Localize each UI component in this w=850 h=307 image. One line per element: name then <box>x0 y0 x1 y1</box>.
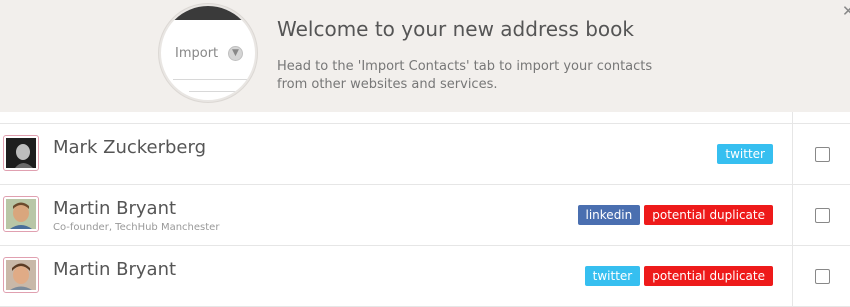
contact-row[interactable]: Mark Zuckerberg twitter <box>0 124 850 185</box>
twitter-tag[interactable]: twitter <box>584 266 641 286</box>
illustration-import-label: Import <box>175 46 219 61</box>
contact-subtitle: Co-founder, TechHub Manchester <box>53 222 220 233</box>
illustration-divider <box>189 91 243 92</box>
contact-name[interactable]: Martin Bryant <box>53 259 176 280</box>
avatar-photo <box>6 199 36 229</box>
twitter-tag[interactable]: twitter <box>717 144 773 164</box>
contact-tags: linkedin potential duplicate <box>577 205 773 225</box>
contact-name[interactable]: Mark Zuckerberg <box>53 137 206 158</box>
illustration-header-bar <box>161 6 255 20</box>
close-icon[interactable]: ✕ <box>842 2 850 20</box>
avatar-photo <box>6 138 36 168</box>
linkedin-tag[interactable]: linkedin <box>577 205 641 225</box>
chevron-down-icon: ▼ <box>228 46 243 61</box>
contact-tags: twitter potential duplicate <box>584 266 773 286</box>
contact-list: Mark Zuckerberg twitter Martin Bryant Co… <box>0 112 850 307</box>
potential-duplicate-tag[interactable]: potential duplicate <box>644 205 773 225</box>
avatar <box>3 257 39 293</box>
import-illustration: Import ▼ <box>159 4 257 102</box>
contact-tags: twitter <box>717 144 773 164</box>
potential-duplicate-tag[interactable]: potential duplicate <box>644 266 773 286</box>
list-spacer <box>0 112 850 124</box>
contact-row[interactable]: Martin Bryant twitter potential duplicat… <box>0 246 850 307</box>
avatar-photo <box>6 260 36 290</box>
contact-row[interactable]: Martin Bryant Co-founder, TechHub Manche… <box>0 185 850 246</box>
illustration-divider <box>173 79 247 80</box>
banner-title: Welcome to your new address book <box>277 17 634 41</box>
contact-name[interactable]: Martin Bryant <box>53 198 176 219</box>
avatar <box>3 196 39 232</box>
contact-checkbox[interactable] <box>815 208 830 223</box>
banner-text: Head to the 'Import Contacts' tab to imp… <box>277 59 653 92</box>
avatar <box>3 135 39 171</box>
column-divider <box>792 112 793 306</box>
contact-checkbox[interactable] <box>815 269 830 284</box>
welcome-banner: Import ▼ Welcome to your new address boo… <box>0 0 850 112</box>
contact-checkbox[interactable] <box>815 147 830 162</box>
